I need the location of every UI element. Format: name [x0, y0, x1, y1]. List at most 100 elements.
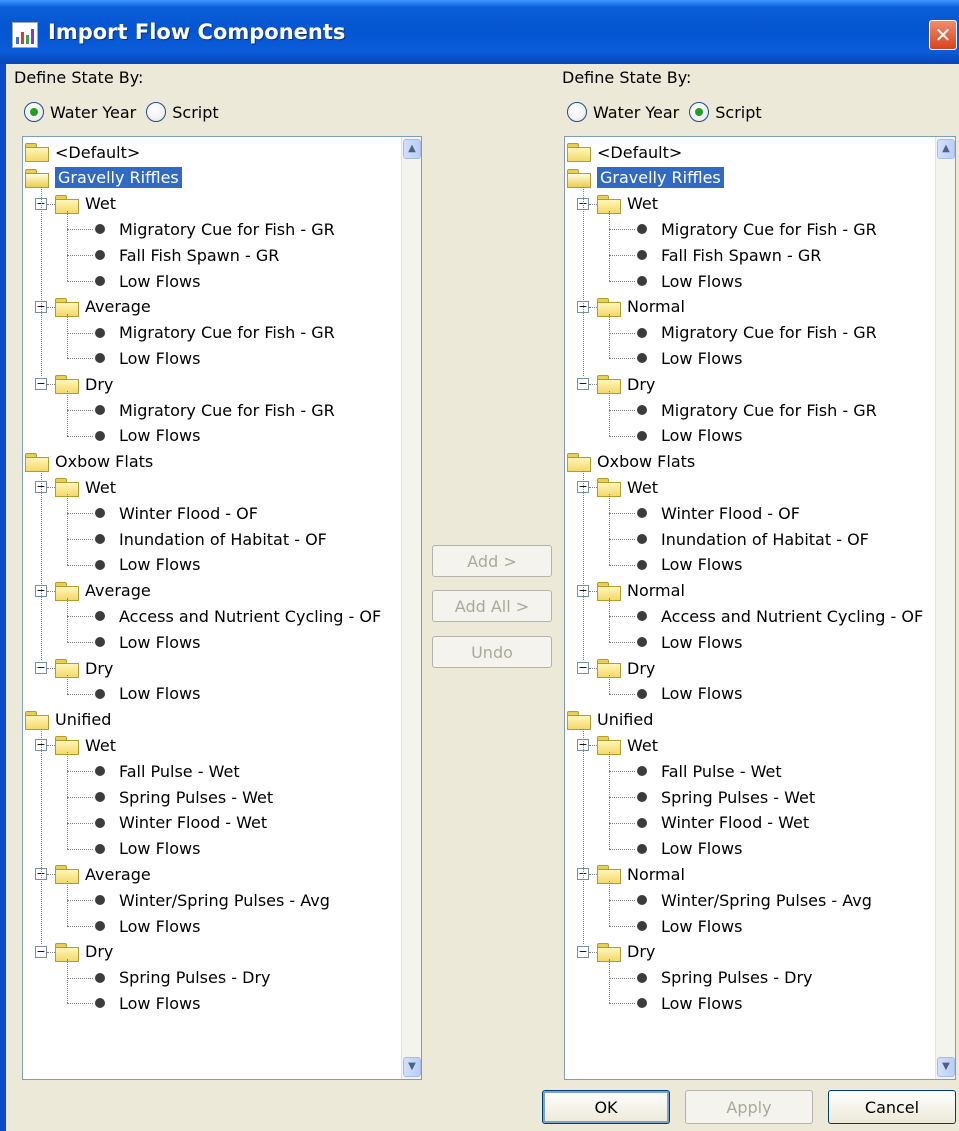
tree-state-node[interactable]: − Dry [23, 371, 113, 397]
tree-state-node[interactable]: − Wet [23, 732, 116, 758]
tree-leaf-item[interactable]: Low Flows [565, 836, 742, 862]
cancel-button[interactable]: Cancel [828, 1090, 956, 1124]
tree-leaf-item[interactable]: Access and Nutrient Cycling - OF [565, 603, 923, 629]
tree-node-label: Unified [55, 710, 112, 730]
right-tree: <Default> Gravelly Riffles − Wet Migratory C… [565, 137, 935, 1079]
collapse-toggle-icon[interactable]: − [35, 378, 47, 391]
radio-button-icon[interactable] [146, 102, 167, 122]
radio-button-icon[interactable] [24, 102, 44, 122]
tree-group-node[interactable]: Oxbow Flats [565, 449, 695, 475]
collapse-toggle-icon[interactable]: − [577, 662, 589, 674]
tree-leaf-item[interactable]: Migratory Cue for Fish - GR [565, 397, 877, 423]
tree-state-node[interactable]: − Dry [565, 939, 655, 965]
tree-group-node[interactable]: Gravelly Riffles [565, 165, 724, 191]
tree-node-label: Spring Pulses - Wet [119, 787, 274, 807]
tree-leaf-item[interactable]: Inundation of Habitat - OF [565, 526, 869, 552]
right-vertical-scrollbar[interactable]: ▲ ▼ [935, 137, 955, 1079]
left-radio-script[interactable]: Script [146, 102, 219, 122]
tree-leaf-item[interactable]: Winter Flood - OF [23, 500, 258, 526]
right-tree-panel[interactable]: <Default> Gravelly Riffles − Wet Migratory C… [564, 136, 956, 1080]
apply-button[interactable]: Apply [685, 1090, 813, 1124]
tree-group-node[interactable]: <Default> [565, 139, 682, 165]
tree-leaf-item[interactable]: Spring Pulses - Dry [23, 965, 271, 991]
tree-state-node[interactable]: − Dry [565, 655, 655, 681]
tree-state-node[interactable]: − Dry [565, 371, 655, 397]
tree-leaf-item[interactable]: Low Flows [565, 423, 742, 449]
tree-leaf-item[interactable]: Winter Flood - Wet [565, 810, 809, 836]
tree-leaf-item[interactable]: Migratory Cue for Fish - GR [23, 397, 335, 423]
right-radio-water-year[interactable]: Water Year [567, 102, 679, 122]
tree-leaf-item[interactable]: Low Flows [565, 681, 742, 707]
right-radio-script[interactable]: Script [689, 102, 762, 122]
left-vertical-scrollbar[interactable]: ▲ ▼ [401, 137, 421, 1079]
radio-button-icon[interactable] [567, 102, 587, 122]
tree-leaf-item[interactable]: Spring Pulses - Wet [23, 784, 273, 810]
left-tree-panel[interactable]: <Default> Gravelly Riffles − Wet Migratory C… [22, 136, 422, 1080]
tree-leaf-item[interactable]: Winter Flood - Wet [23, 810, 267, 836]
scroll-down-icon[interactable]: ▼ [403, 1057, 421, 1077]
tree-leaf-item[interactable]: Migratory Cue for Fish - GR [23, 320, 335, 346]
collapse-toggle-icon[interactable]: − [35, 662, 47, 674]
radio-button-icon[interactable] [689, 102, 710, 122]
undo-button[interactable]: Undo [432, 636, 552, 668]
tree-leaf-item[interactable]: Migratory Cue for Fish - GR [565, 320, 877, 346]
collapse-toggle-icon[interactable]: − [577, 945, 589, 958]
tree-state-node[interactable]: − Dry [23, 655, 113, 681]
tree-leaf-item[interactable]: Low Flows [565, 629, 742, 655]
tree-state-node[interactable]: − Average [23, 578, 151, 604]
tree-state-node[interactable]: − Wet [23, 474, 116, 500]
tree-leaf-item[interactable]: Access and Nutrient Cycling - OF [23, 603, 381, 629]
collapse-toggle-icon[interactable]: − [35, 945, 47, 958]
tree-group-node[interactable]: Unified [23, 707, 111, 733]
close-button[interactable]: ✕ [929, 20, 957, 50]
add-button[interactable]: Add > [432, 545, 552, 577]
tree-leaf-item[interactable]: Low Flows [23, 552, 200, 578]
tree-leaf-item[interactable]: Low Flows [565, 345, 742, 371]
left-radio-water-year[interactable]: Water Year [24, 102, 136, 122]
tree-group-node[interactable]: Unified [565, 707, 653, 733]
tree-state-node[interactable]: − Wet [23, 191, 116, 217]
tree-leaf-item[interactable]: Low Flows [565, 268, 742, 294]
tree-leaf-item[interactable]: Low Flows [565, 990, 742, 1016]
tree-group-node[interactable]: <Default> [23, 139, 140, 165]
tree-state-node[interactable]: − Wet [565, 191, 658, 217]
tree-leaf-item[interactable]: Spring Pulses - Wet [565, 784, 815, 810]
tree-leaf-item[interactable]: Low Flows [23, 345, 200, 371]
tree-leaf-item[interactable]: Low Flows [23, 423, 200, 449]
tree-leaf-item[interactable]: Low Flows [23, 836, 200, 862]
tree-leaf-item[interactable]: Low Flows [565, 552, 742, 578]
tree-leaf-item[interactable]: Migratory Cue for Fish - GR [23, 216, 335, 242]
title-bar[interactable]: Import Flow Components ✕ [0, 0, 959, 64]
tree-leaf-item[interactable]: Low Flows [23, 629, 200, 655]
tree-state-node[interactable]: − Wet [565, 732, 658, 758]
tree-leaf-item[interactable]: Low Flows [23, 268, 200, 294]
scroll-up-icon[interactable]: ▲ [937, 139, 955, 159]
tree-leaf-item[interactable]: Inundation of Habitat - OF [23, 526, 327, 552]
tree-group-node[interactable]: Gravelly Riffles [23, 165, 182, 191]
collapse-toggle-icon[interactable]: − [577, 378, 589, 391]
tree-leaf-item[interactable]: Low Flows [565, 913, 742, 939]
tree-leaf-item[interactable]: Fall Pulse - Wet [23, 758, 240, 784]
add-all-button[interactable]: Add All > [432, 590, 552, 622]
tree-node-label: Low Flows [661, 271, 743, 291]
tree-leaf-item[interactable]: Winter/Spring Pulses - Avg [565, 887, 872, 913]
tree-connector-line [41, 470, 42, 660]
tree-leaf-item[interactable]: Fall Fish Spawn - GR [23, 242, 279, 268]
tree-leaf-item[interactable]: Low Flows [23, 913, 200, 939]
tree-leaf-item[interactable]: Low Flows [23, 681, 200, 707]
tree-state-node[interactable]: − Average [23, 294, 151, 320]
tree-leaf-item[interactable]: Low Flows [23, 990, 200, 1016]
tree-state-node[interactable]: − Dry [23, 939, 113, 965]
tree-leaf-item[interactable]: Spring Pulses - Dry [565, 965, 813, 991]
tree-leaf-item[interactable]: Migratory Cue for Fish - GR [565, 216, 877, 242]
tree-group-node[interactable]: Oxbow Flats [23, 449, 153, 475]
scroll-up-icon[interactable]: ▲ [403, 139, 421, 159]
tree-leaf-item[interactable]: Winter/Spring Pulses - Avg [23, 887, 330, 913]
tree-leaf-item[interactable]: Fall Pulse - Wet [565, 758, 782, 784]
tree-state-node[interactable]: − Average [23, 861, 151, 887]
tree-leaf-item[interactable]: Winter Flood - OF [565, 500, 800, 526]
ok-button[interactable]: OK [542, 1090, 670, 1124]
tree-state-node[interactable]: − Wet [565, 474, 658, 500]
scroll-down-icon[interactable]: ▼ [937, 1057, 955, 1077]
tree-leaf-item[interactable]: Fall Fish Spawn - GR [565, 242, 821, 268]
